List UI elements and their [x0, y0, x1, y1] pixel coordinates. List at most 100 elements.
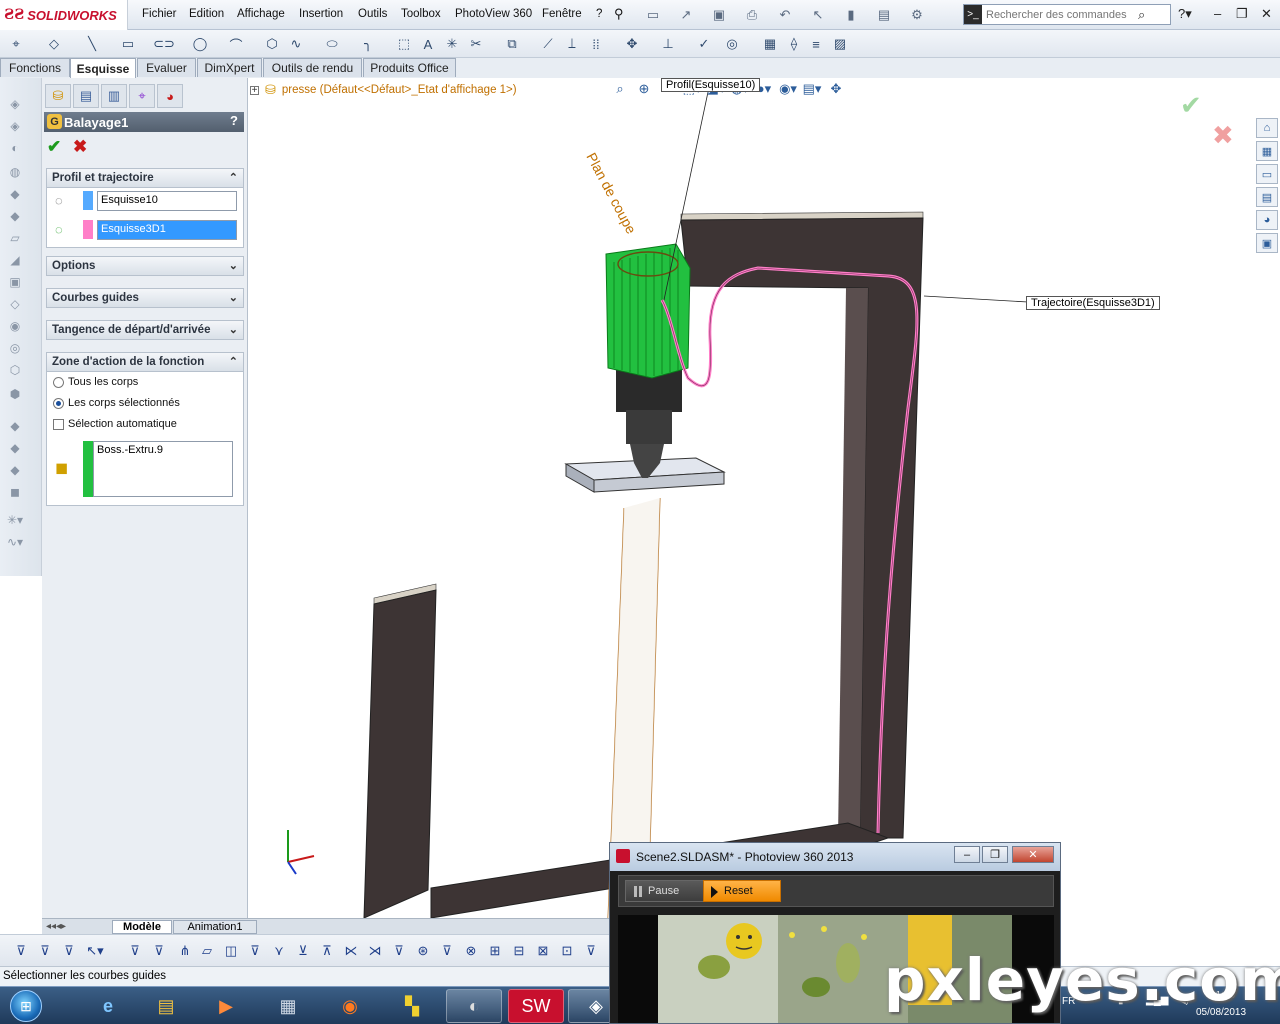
close-icon[interactable]: ✕ — [1261, 6, 1272, 22]
bodies-list[interactable]: Boss.-Extru.9 — [93, 441, 233, 497]
filter-icon[interactable]: ⊽ — [126, 942, 144, 960]
menu-edition[interactable]: Edition — [189, 8, 224, 20]
tab-animation1[interactable]: Animation1 — [173, 920, 257, 934]
internet-explorer-icon[interactable]: e — [80, 989, 136, 1023]
tool-icon[interactable]: ⬢ — [6, 386, 24, 402]
menu-fenetre[interactable]: Fenêtre — [542, 8, 582, 20]
media-player-icon[interactable]: ▶ — [198, 989, 254, 1023]
view-settings-icon[interactable]: ▤▾ — [802, 80, 822, 98]
display-manager-tab-icon[interactable]: ◕ — [157, 84, 183, 108]
radio-selected-bodies-label[interactable]: Les corps sélectionnés — [68, 397, 180, 409]
filter-icon[interactable]: ⊽ — [36, 942, 54, 960]
graphics-area[interactable]: Plan de coupe + ⛁ presse (Défaut<<Défaut… — [248, 78, 1280, 918]
gimp-icon[interactable]: ◐ — [446, 989, 502, 1023]
feature-tree-tab-icon[interactable]: ⛁ — [45, 84, 71, 108]
fillet-icon[interactable]: ╮ — [358, 36, 378, 52]
tool-icon[interactable]: ⬡ — [6, 362, 24, 378]
move-entities-icon[interactable]: ✥ — [622, 36, 642, 52]
menu-fichier[interactable]: Fichier — [142, 8, 177, 20]
feature-tree-root[interactable]: + ⛁ presse (Défaut<<Défaut>_Etat d'affic… — [250, 82, 517, 98]
appearances-icon[interactable]: ◕ — [1256, 210, 1278, 230]
repair-sketch-icon[interactable]: ✓ — [694, 36, 714, 52]
section-guide-curves[interactable]: Courbes guides ⌄ — [46, 288, 244, 308]
filter-icon[interactable]: ⊽ — [12, 942, 30, 960]
options-icon[interactable]: ⚙ — [902, 4, 932, 26]
ok-button[interactable]: ✔ — [47, 137, 61, 157]
search-icon[interactable]: ⌕ — [1138, 7, 1145, 23]
tool-icon[interactable]: ◼ — [6, 484, 24, 500]
pause-button[interactable]: Pause — [625, 880, 705, 902]
tool-icon[interactable]: ◆ — [6, 186, 24, 202]
menu-outils[interactable]: Outils — [358, 8, 387, 20]
file-properties-icon[interactable]: ▤ — [869, 4, 899, 26]
select-arrow-icon[interactable]: ↖▾ — [86, 942, 104, 960]
tool-icon[interactable]: ◎ — [6, 340, 24, 356]
circle-icon[interactable]: ◯ — [190, 36, 210, 52]
quick-snaps-icon[interactable]: ◎ — [722, 36, 742, 52]
reset-button[interactable]: Reset — [703, 880, 781, 902]
trim-icon[interactable]: ✂ — [466, 36, 486, 52]
sketch-entity-icon[interactable]: ◇ — [44, 36, 64, 52]
help-icon[interactable]: ?▾ — [1178, 6, 1192, 22]
smart-dimension-icon[interactable]: ⌖ — [6, 36, 26, 52]
tool-icon[interactable]: ◉ — [6, 318, 24, 334]
expand-icon[interactable]: + — [250, 85, 259, 96]
filter-faces-icon[interactable]: ▱ — [198, 942, 216, 960]
select-icon[interactable]: ↖ — [803, 4, 833, 26]
firefox-icon[interactable]: ◉ — [322, 989, 378, 1023]
tab-dimxpert[interactable]: DimXpert — [197, 58, 262, 77]
image-icon[interactable]: ▨ — [830, 36, 850, 52]
convert-entities-icon[interactable]: ⧉ — [502, 36, 522, 52]
arc-icon[interactable]: ⌒ — [226, 36, 246, 53]
menu-insertion[interactable]: Insertion — [299, 8, 343, 20]
filter-icon[interactable]: ⋎ — [270, 942, 288, 960]
menu-affichage[interactable]: Affichage — [237, 8, 285, 20]
view-palette-icon[interactable]: ▤ — [1256, 187, 1278, 207]
filter-icon[interactable]: ⊠ — [534, 942, 552, 960]
search-input[interactable] — [986, 8, 1136, 21]
tab-modele[interactable]: Modèle — [112, 920, 172, 934]
menu-help[interactable]: ? — [596, 8, 602, 20]
text-icon[interactable]: A — [418, 36, 438, 52]
tab-outils-rendu[interactable]: Outils de rendu — [263, 58, 362, 77]
configuration-tab-icon[interactable]: ▥ — [101, 84, 127, 108]
filter-icon[interactable]: ⊽ — [582, 942, 600, 960]
radio-selected-bodies[interactable] — [53, 398, 64, 409]
file-explorer-taskbar-icon[interactable]: ▤ — [138, 989, 194, 1023]
zoom-area-icon[interactable]: ⊕ — [634, 80, 654, 98]
spline-icon[interactable]: ∿ — [286, 36, 306, 52]
solidworks-logo[interactable]: ƧƧ SOLIDWORKS — [0, 0, 128, 30]
scene-icon[interactable]: ◉▾ — [778, 80, 798, 98]
photoview-restore-icon[interactable]: ❐ — [982, 846, 1008, 863]
custom-properties-icon[interactable]: ▣ — [1256, 233, 1278, 253]
profile-callout[interactable]: Profil(Esquisse10) — [661, 78, 761, 92]
auto-select-checkbox[interactable] — [53, 419, 64, 430]
filter-icon[interactable]: ⊽ — [60, 942, 78, 960]
section-profile-path[interactable]: Profil et trajectoire ⌃ — [46, 168, 244, 188]
open-icon[interactable]: ↗ — [671, 4, 701, 26]
pin-icon[interactable]: ⚲ — [614, 6, 624, 22]
polygon-icon[interactable]: ⬡ — [262, 36, 282, 52]
section-tangency[interactable]: Tangence de départ/d'arrivée ⌄ — [46, 320, 244, 340]
chevron-down-icon[interactable]: ⌄ — [229, 259, 238, 272]
tool-icon[interactable]: ◇ — [6, 296, 24, 312]
filter-icon[interactable]: ⋉ — [342, 942, 360, 960]
tool-icon[interactable]: ◈ — [6, 96, 24, 112]
line-icon[interactable]: ╲ — [82, 36, 102, 52]
new-document-icon[interactable]: ▭ — [638, 4, 668, 26]
mirror-icon[interactable]: ⟘ — [562, 36, 582, 52]
filter-icon[interactable]: ⊽ — [246, 942, 264, 960]
confirm-cancel-icon[interactable]: ✖ — [1212, 120, 1234, 151]
tab-fonctions[interactable]: Fonctions — [0, 58, 70, 77]
filter-icon[interactable]: ⊟ — [510, 942, 528, 960]
instant-3d-icon[interactable]: ⟠ — [784, 36, 804, 52]
path-field[interactable]: Esquisse3D1 — [97, 220, 237, 240]
restore-icon[interactable]: ❐ — [1236, 6, 1248, 22]
filter-icon[interactable]: ⊽ — [438, 942, 456, 960]
tool-icon[interactable]: ◆ — [6, 462, 24, 478]
tool-icon[interactable]: ◆ — [6, 418, 24, 434]
design-library-icon[interactable]: ▦ — [1256, 141, 1278, 161]
profile-field[interactable]: Esquisse10 — [97, 191, 237, 211]
photoview-close-icon[interactable]: ✕ — [1012, 846, 1054, 863]
tool-icon[interactable]: ◍ — [6, 164, 24, 180]
